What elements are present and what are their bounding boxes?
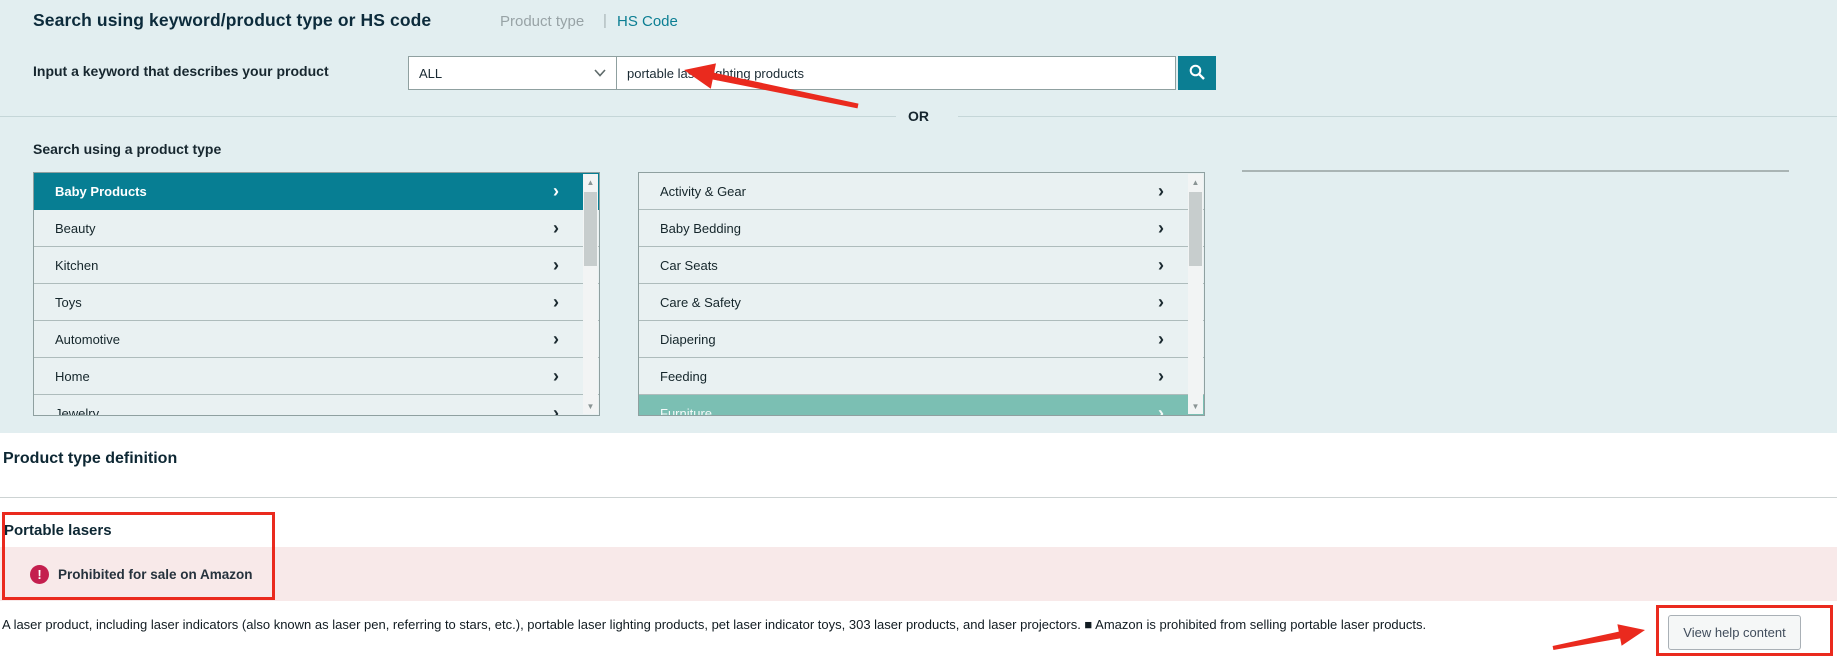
subcategory-row-furniture[interactable]: Furniture › <box>639 395 1204 416</box>
category-row-baby-products[interactable]: Baby Products › <box>34 173 599 210</box>
chevron-right-icon: › <box>1158 330 1164 348</box>
category-dropdown-value: ALL <box>419 66 442 81</box>
tab-separator: | <box>603 12 607 29</box>
category-panel-level2: Activity & Gear › Baby Bedding › Car Sea… <box>638 172 1205 416</box>
category-label: Kitchen <box>55 258 98 273</box>
subcategory-label: Baby Bedding <box>660 221 741 236</box>
category-row-toys[interactable]: Toys › <box>34 284 599 321</box>
category-label: Jewelry <box>55 406 99 417</box>
chevron-right-icon: › <box>553 256 559 274</box>
chevron-right-icon: › <box>553 404 559 416</box>
chevron-right-icon: › <box>1158 367 1164 385</box>
chevron-right-icon: › <box>1158 219 1164 237</box>
subcategory-label: Care & Safety <box>660 295 741 310</box>
category-row-home[interactable]: Home › <box>34 358 599 395</box>
or-divider-line-left <box>0 116 896 117</box>
subcategory-label: Feeding <box>660 369 707 384</box>
category-label: Home <box>55 369 90 384</box>
category-row-kitchen[interactable]: Kitchen › <box>34 247 599 284</box>
chevron-right-icon: › <box>553 182 559 200</box>
category-row-automotive[interactable]: Automotive › <box>34 321 599 358</box>
category-row-beauty[interactable]: Beauty › <box>34 210 599 247</box>
level3-panel-top-border <box>1242 170 1789 172</box>
category-row-jewelry[interactable]: Jewelry › <box>34 395 599 416</box>
chevron-right-icon: › <box>553 367 559 385</box>
subcategory-label: Car Seats <box>660 258 718 273</box>
keyword-search-input-value: portable laser lighting products <box>627 66 804 81</box>
product-type-search-heading: Search using a product type <box>33 141 221 157</box>
chevron-right-icon: › <box>1158 182 1164 200</box>
or-divider-label: OR <box>908 108 929 124</box>
product-type-description: A laser product, including laser indicat… <box>2 617 1426 632</box>
or-divider-line-right <box>958 116 1837 117</box>
keyword-search-input[interactable]: portable laser lighting products <box>616 56 1176 90</box>
definition-heading: Product type definition <box>3 450 177 468</box>
scrollbar-thumb[interactable] <box>584 192 597 266</box>
subcategory-row-baby-bedding[interactable]: Baby Bedding › <box>639 210 1204 247</box>
tab-product-type[interactable]: Product type <box>500 13 584 30</box>
chevron-right-icon: › <box>553 293 559 311</box>
scroll-down-icon[interactable]: ▼ <box>1188 398 1203 414</box>
subcategory-label: Activity & Gear <box>660 184 746 199</box>
chevron-down-icon <box>594 69 606 77</box>
search-icon <box>1188 63 1206 84</box>
category-panel-level1: Baby Products › Beauty › Kitchen › Toys … <box>33 172 600 416</box>
product-type-name: Portable lasers <box>4 522 112 539</box>
subcategory-row-diapering[interactable]: Diapering › <box>639 321 1204 358</box>
subcategory-label: Furniture <box>660 406 712 417</box>
prohibited-status-text: Prohibited for sale on Amazon <box>58 567 253 582</box>
subcategory-row-feeding[interactable]: Feeding › <box>639 358 1204 395</box>
category-label: Toys <box>55 295 82 310</box>
category-label: Baby Products <box>55 184 147 199</box>
annotation-arrow-help-button <box>1545 615 1660 660</box>
view-help-content-label: View help content <box>1683 625 1785 640</box>
chevron-right-icon: › <box>1158 293 1164 311</box>
page-title: Search using keyword/product type or HS … <box>33 10 431 31</box>
chevron-right-icon: › <box>553 330 559 348</box>
exclamation-circle-icon: ! <box>30 565 49 584</box>
section-divider <box>0 497 1837 498</box>
category-label: Automotive <box>55 332 120 347</box>
scroll-down-icon[interactable]: ▼ <box>583 398 598 414</box>
category-label: Beauty <box>55 221 95 236</box>
search-button[interactable] <box>1178 56 1216 90</box>
category-dropdown[interactable]: ALL <box>408 56 617 90</box>
prohibited-status-bar: ! Prohibited for sale on Amazon <box>0 547 1837 601</box>
scrollbar-level1[interactable]: ▲ ▼ <box>583 174 598 414</box>
subcategory-row-car-seats[interactable]: Car Seats › <box>639 247 1204 284</box>
keyword-input-label: Input a keyword that describes your prod… <box>33 63 329 79</box>
chevron-right-icon: › <box>1158 404 1164 416</box>
subcategory-row-activity-gear[interactable]: Activity & Gear › <box>639 173 1204 210</box>
scroll-up-icon[interactable]: ▲ <box>1188 174 1203 190</box>
chevron-right-icon: › <box>553 219 559 237</box>
tab-hs-code[interactable]: HS Code <box>617 13 678 30</box>
subcategory-row-care-safety[interactable]: Care & Safety › <box>639 284 1204 321</box>
subcategory-label: Diapering <box>660 332 716 347</box>
view-help-content-button[interactable]: View help content <box>1668 615 1801 650</box>
scroll-up-icon[interactable]: ▲ <box>583 174 598 190</box>
scrollbar-thumb[interactable] <box>1189 192 1202 266</box>
chevron-right-icon: › <box>1158 256 1164 274</box>
scrollbar-level2[interactable]: ▲ ▼ <box>1188 174 1203 414</box>
